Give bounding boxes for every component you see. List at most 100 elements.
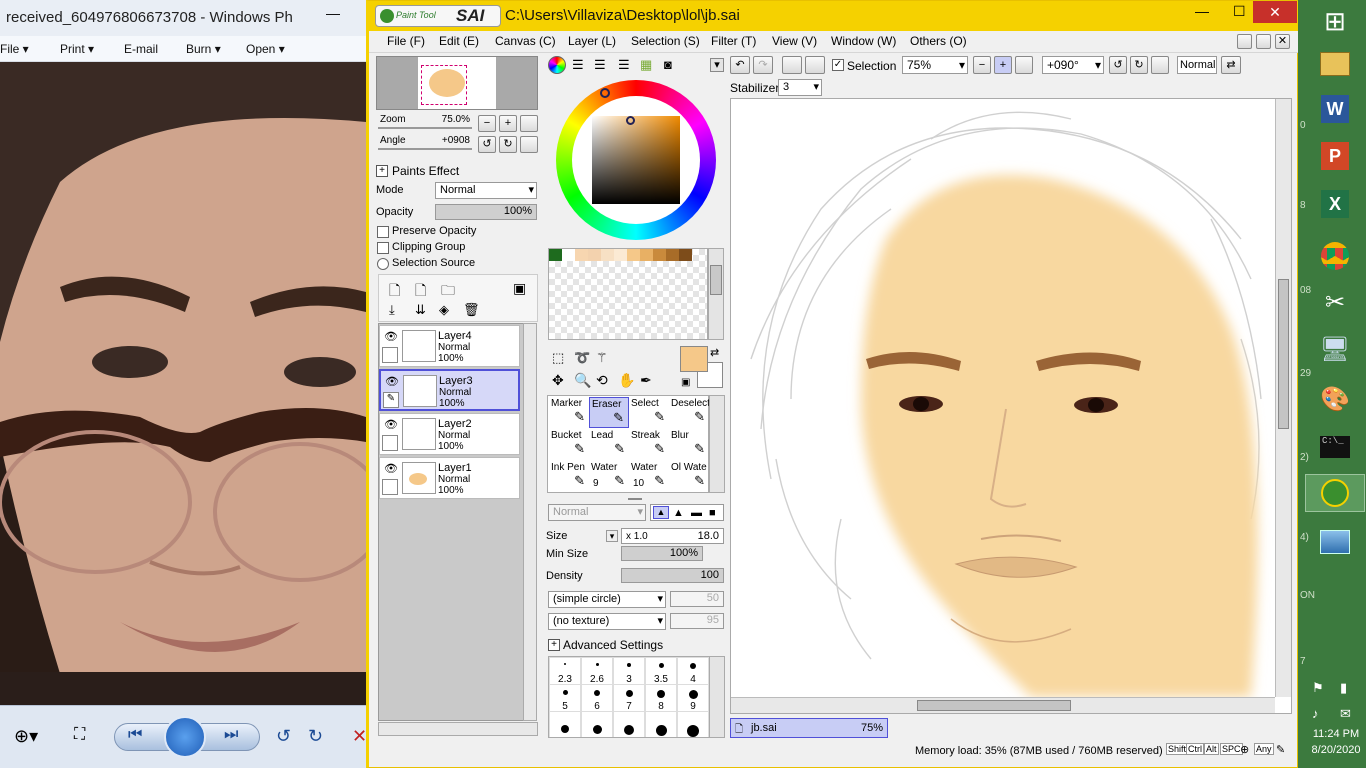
- zoom-select[interactable]: 75% ▾: [902, 56, 968, 74]
- taskbar-photo-viewer[interactable]: [1305, 523, 1365, 561]
- doc-close-button[interactable]: ✕: [1275, 34, 1290, 49]
- brush-size-cell[interactable]: [613, 711, 645, 737]
- brush-texture-amount[interactable]: 95: [670, 613, 724, 629]
- delete-layer-icon[interactable]: 🗑: [463, 302, 480, 318]
- taskbar-excel[interactable]: X: [1305, 185, 1365, 223]
- drawing-canvas[interactable]: [730, 98, 1292, 714]
- zoom-in-button[interactable]: +: [499, 115, 517, 132]
- color-swatch[interactable]: [575, 249, 588, 261]
- invert-selection-button[interactable]: [805, 56, 825, 74]
- eye-icon[interactable]: 👁: [385, 375, 399, 388]
- tool-water[interactable]: Water 10 ✎: [629, 461, 669, 492]
- undo-button[interactable]: ↶: [730, 56, 750, 74]
- tool-marker[interactable]: Marker ✎: [549, 397, 589, 428]
- menu-file[interactable]: File ▾: [0, 36, 29, 62]
- menu-edit[interactable]: Edit (E): [439, 34, 479, 48]
- zoom-out-button[interactable]: −: [478, 115, 496, 132]
- minimize-icon[interactable]: —: [326, 6, 340, 20]
- brush-texture-select[interactable]: (no texture) ▾: [548, 613, 666, 630]
- zoom-reset-button[interactable]: [520, 115, 538, 132]
- tool-eraser[interactable]: Eraser ✎: [589, 397, 629, 428]
- menu-open[interactable]: Open ▾: [246, 36, 285, 62]
- swatch-grid[interactable]: [548, 248, 708, 340]
- layer-mask-icon[interactable]: ▣: [513, 280, 526, 297]
- lasso-icon[interactable]: ➰: [574, 350, 590, 366]
- deselect-button[interactable]: [782, 56, 802, 74]
- tool-deselect[interactable]: Deselect ✎: [669, 397, 709, 428]
- color-swatch[interactable]: [666, 249, 679, 261]
- min-size-slider[interactable]: 100%: [621, 546, 703, 561]
- battery-icon[interactable]: ▮: [1340, 680, 1347, 696]
- menu-filter[interactable]: Filter (T): [711, 34, 756, 48]
- rotate-right-button[interactable]: ↻: [1130, 56, 1148, 74]
- taskbar-paint[interactable]: 🎨: [1305, 380, 1365, 418]
- default-colors-icon[interactable]: ▣: [681, 377, 690, 388]
- network-icon[interactable]: ⚑: [1312, 680, 1324, 696]
- color-wheel-icon[interactable]: [548, 56, 566, 74]
- angle-slider[interactable]: [378, 148, 472, 150]
- tip-shape-4[interactable]: ■: [709, 507, 716, 519]
- scratchpad-icon[interactable]: ◙: [664, 57, 672, 72]
- color-swatch[interactable]: [549, 249, 562, 261]
- tool-select[interactable]: Select ✎: [629, 397, 669, 428]
- tool-bucket[interactable]: Bucket ✎: [549, 429, 589, 460]
- eyedropper-icon[interactable]: ✒: [640, 372, 652, 389]
- preserve-opacity-checkbox[interactable]: [377, 226, 389, 238]
- color-sv-square[interactable]: [592, 116, 680, 204]
- tool-ink-pen[interactable]: Ink Pen ✎: [549, 461, 589, 492]
- color-picker-handle[interactable]: [626, 116, 635, 125]
- hand-icon[interactable]: ✋: [618, 372, 635, 389]
- clipping-group-checkbox[interactable]: [377, 242, 389, 254]
- color-swatch[interactable]: [679, 249, 692, 261]
- tool-grid-scrollbar[interactable]: [709, 395, 725, 493]
- chevron-down-icon[interactable]: ▾: [606, 530, 618, 542]
- start-button[interactable]: ⊞: [1305, 2, 1365, 40]
- redo-button[interactable]: ↷: [753, 56, 773, 74]
- selection-checkbox[interactable]: ✓: [832, 59, 844, 71]
- taskbar-word[interactable]: W: [1305, 90, 1365, 128]
- color-wheel[interactable]: [556, 80, 716, 240]
- brush-size-cell[interactable]: [581, 711, 613, 737]
- doc-restore-button[interactable]: [1256, 34, 1271, 49]
- layer-list-scrollbar[interactable]: [523, 323, 537, 721]
- mixer-icon[interactable]: ☰: [618, 57, 630, 73]
- layer-lock-box[interactable]: [382, 347, 398, 363]
- color-swatch[interactable]: [614, 249, 627, 261]
- tool-streak[interactable]: Streak ✎: [629, 429, 669, 460]
- document-tab[interactable]: 🗋 jb.sai 75%: [730, 718, 888, 738]
- menu-burn[interactable]: Burn ▾: [186, 36, 221, 62]
- zoom-fit-button[interactable]: [1015, 56, 1033, 74]
- zoom-in-button[interactable]: +: [994, 56, 1012, 74]
- clock-time[interactable]: 11:24 PM: [1306, 728, 1366, 740]
- view-mode-select[interactable]: Normal: [1177, 56, 1217, 74]
- transfer-down-icon[interactable]: ⤓: [389, 302, 395, 318]
- stabilizer-select[interactable]: 3 ▾: [778, 79, 822, 96]
- notification-icon[interactable]: ✉: [1340, 706, 1351, 722]
- zoom-slider[interactable]: [378, 127, 472, 129]
- taskbar-sai-active[interactable]: [1305, 474, 1365, 512]
- menu-canvas[interactable]: Canvas (C): [495, 34, 556, 48]
- brush-shape-amount[interactable]: 50: [670, 591, 724, 607]
- swap-colors-icon[interactable]: ⇄: [710, 346, 719, 359]
- next-icon[interactable]: ⏭: [224, 726, 238, 744]
- color-swatch[interactable]: [653, 249, 666, 261]
- canvas-hscroll-thumb[interactable]: [917, 700, 1071, 711]
- rotate-tool-icon[interactable]: ⟲: [596, 372, 608, 389]
- brush-icon[interactable]: ✎: [383, 392, 399, 408]
- tip-shape-2[interactable]: ▲: [673, 507, 684, 519]
- brush-size-cell[interactable]: [677, 711, 709, 737]
- opacity-slider[interactable]: 100%: [435, 204, 537, 220]
- minimize-icon[interactable]: —: [1195, 3, 1209, 19]
- taskbar-remote[interactable]: 🖥: [1305, 330, 1365, 368]
- angle-select[interactable]: +090° ▾: [1042, 56, 1104, 74]
- expand-icon[interactable]: +: [548, 639, 560, 651]
- tip-shape-3[interactable]: ▬: [691, 507, 702, 519]
- new-folder-icon[interactable]: 🗀: [441, 280, 455, 304]
- brush-size-cell[interactable]: [645, 711, 677, 737]
- menu-others[interactable]: Others (O): [910, 34, 967, 48]
- clear-layer-icon[interactable]: ◈: [439, 302, 449, 318]
- rotate-right-icon[interactable]: ↻: [308, 726, 323, 747]
- canvas-hscrollbar[interactable]: [731, 697, 1275, 713]
- volume-icon[interactable]: ♪: [1312, 706, 1319, 721]
- rotate-reset-button[interactable]: [520, 136, 538, 153]
